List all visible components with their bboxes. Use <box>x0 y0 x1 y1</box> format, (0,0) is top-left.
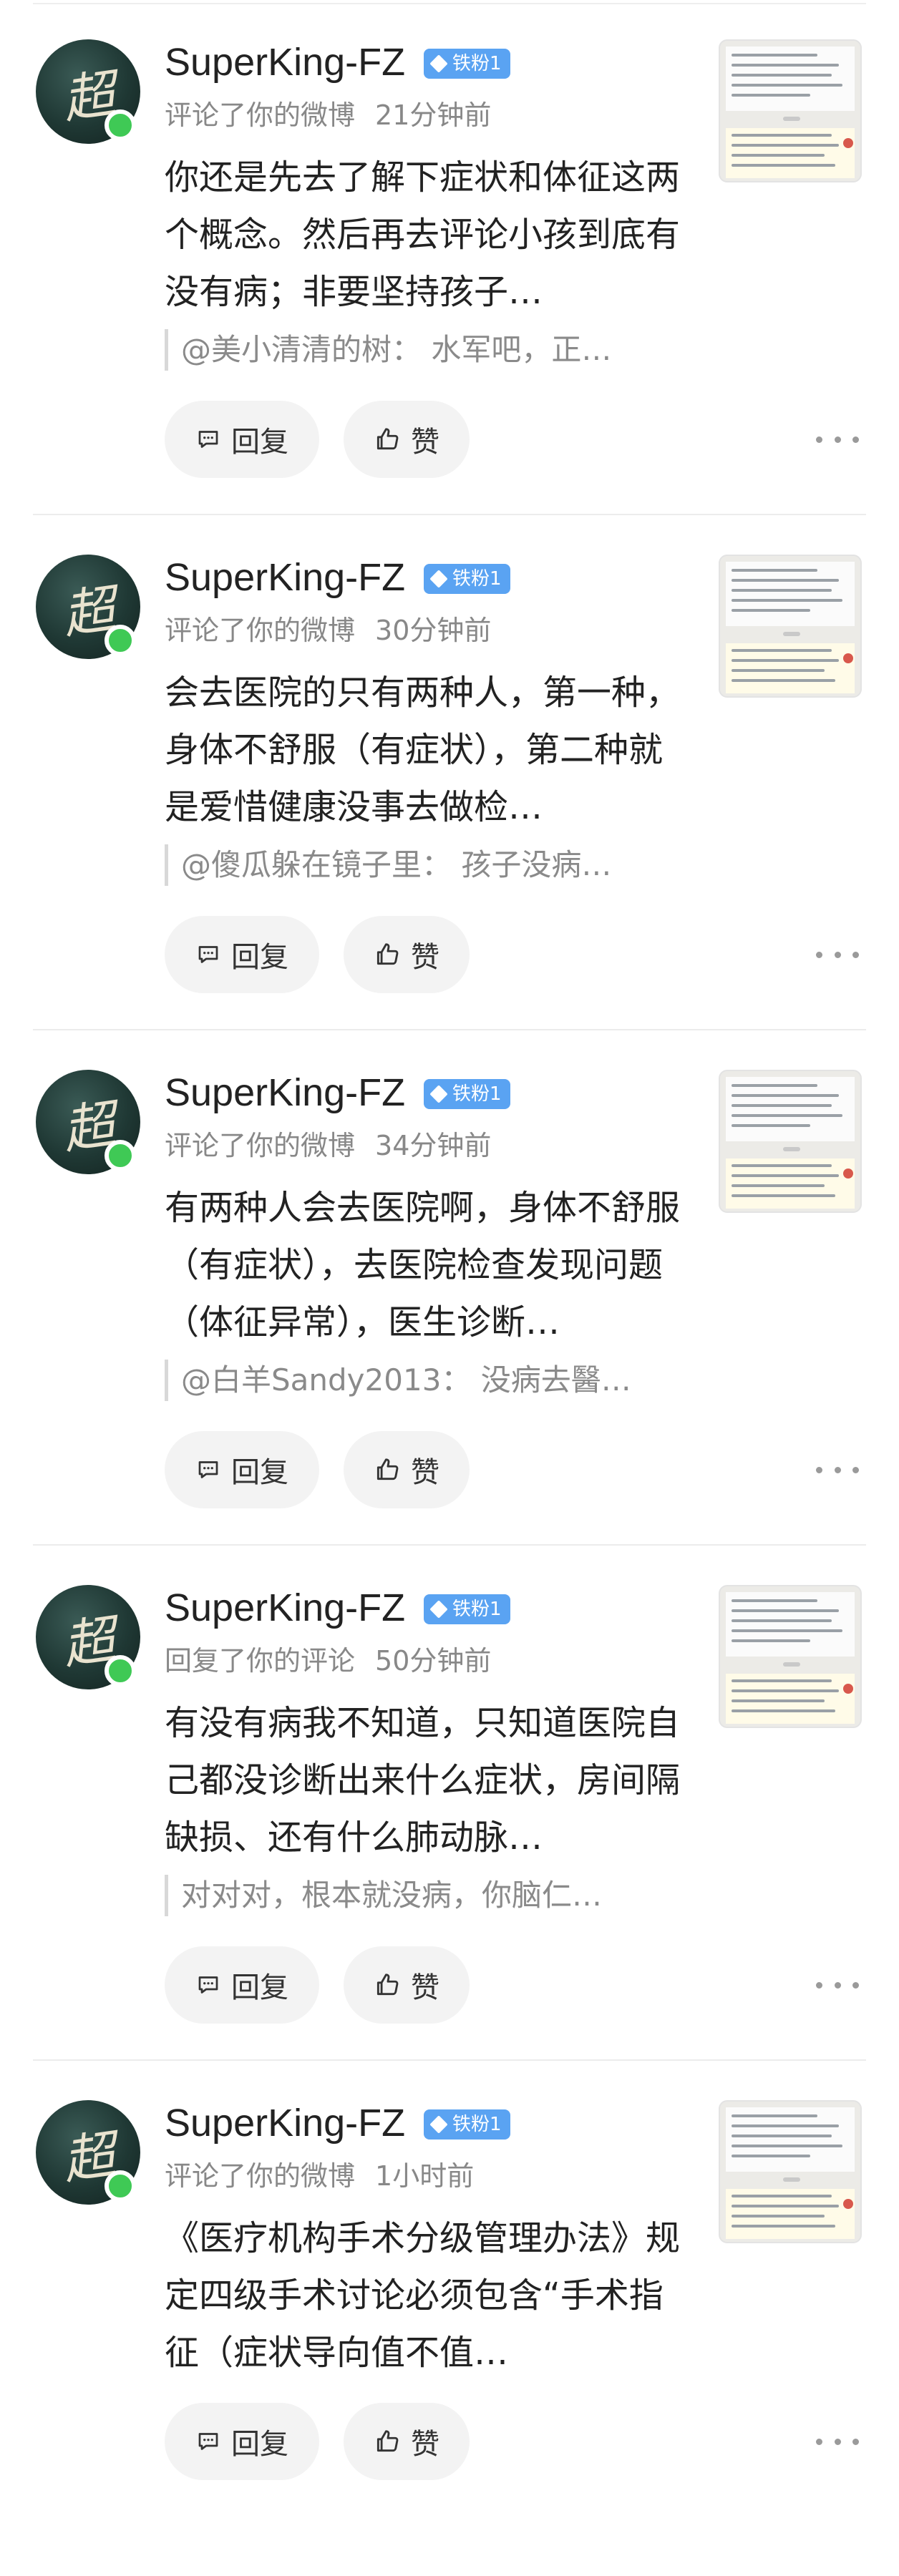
more-dots-icon[interactable] <box>816 1457 859 1483</box>
username[interactable]: SuperKing-FZ <box>165 1584 405 1631</box>
action-text: 评论了你的微博 <box>165 2160 356 2192</box>
weibo-thumbnail[interactable] <box>719 2100 862 2243</box>
badge-label: 铁粉1 <box>452 1083 502 1105</box>
more-dots-icon[interactable] <box>816 426 859 452</box>
like-button[interactable]: 赞 <box>344 401 470 478</box>
timestamp: 1小时前 <box>375 2160 475 2192</box>
notification-meta: 评论了你的微博 1小时前 <box>165 2158 474 2194</box>
like-label: 赞 <box>411 941 439 974</box>
like-button[interactable]: 赞 <box>344 1431 470 1508</box>
comment-text[interactable]: 有没有病我不知道，只知道医院自己都没诊断出来什么症状，房间隔缺损、还有什么肺动脉… <box>165 1694 687 1866</box>
comment-bubble-icon <box>198 946 218 963</box>
more-dots-icon[interactable] <box>816 2429 859 2454</box>
fan-badge: 铁粉1 <box>424 2109 510 2140</box>
reply-button[interactable]: 回复 <box>165 1946 319 2024</box>
comment-bubble-icon <box>198 2433 218 2450</box>
diamond-icon <box>429 1600 448 1619</box>
badge-label: 铁粉1 <box>452 53 502 74</box>
timestamp: 50分钟前 <box>375 1645 492 1677</box>
diamond-icon <box>429 2115 448 2134</box>
online-status-dot <box>105 2170 136 2202</box>
like-label: 赞 <box>411 1971 439 2004</box>
notification-card: 超 SuperKing-FZ 铁粉1 评论了你的微博 30分钟前 会去医院的只有两… <box>0 515 899 1030</box>
like-label: 赞 <box>411 426 439 459</box>
reply-label: 回复 <box>231 941 288 974</box>
online-status-dot <box>105 625 136 656</box>
comment-bubble-icon <box>198 1976 218 1994</box>
more-dots-icon[interactable] <box>816 1972 859 1998</box>
action-text: 回复了你的评论 <box>165 1645 356 1677</box>
badge-label: 铁粉1 <box>452 2114 502 2135</box>
reply-label: 回复 <box>231 426 288 459</box>
notification-meta: 评论了你的微博 30分钟前 <box>165 613 491 648</box>
like-button[interactable]: 赞 <box>344 2403 470 2480</box>
action-text: 评论了你的微博 <box>165 615 356 646</box>
weibo-thumbnail[interactable] <box>719 555 862 698</box>
reply-button[interactable]: 回复 <box>165 1431 319 1508</box>
weibo-thumbnail[interactable] <box>719 39 862 182</box>
username[interactable]: SuperKing-FZ <box>165 1069 405 1116</box>
comment-text[interactable]: 有两种人会去医院啊，身体不舒服（有症状），去医院检查发现问题（体征异常），医生诊… <box>165 1179 687 1351</box>
timestamp: 21分钟前 <box>375 99 492 131</box>
thumbs-up-icon <box>376 1974 399 1996</box>
reply-label: 回复 <box>231 1971 288 2004</box>
quoted-comment[interactable]: @傻瓜躲在镜子里： 孩子没病… <box>165 844 682 886</box>
notification-card: 超 SuperKing-FZ 铁粉1 评论了你的微博 34分钟前 有两种人会去医院… <box>0 1030 899 1546</box>
diamond-icon <box>429 54 448 73</box>
timestamp: 30分钟前 <box>375 615 492 646</box>
thumbs-up-icon <box>376 1458 399 1480</box>
online-status-dot <box>105 1655 136 1687</box>
like-label: 赞 <box>411 2428 439 2461</box>
comment-text[interactable]: 你还是先去了解下症状和体征这两个概念。然后再去评论小孩到底有没有病；非要坚持孩子… <box>165 149 687 321</box>
quoted-comment[interactable]: 对对对，根本就没病，你脑仁… <box>165 1875 682 1916</box>
comment-text[interactable]: 《医疗机构手术分级管理办法》规定四级手术讨论必须包含“手术指征（症状导向值不值… <box>165 2210 687 2381</box>
thumbs-up-icon <box>376 2430 399 2452</box>
notification-card: 超 SuperKing-FZ 铁粉1 评论了你的微博 21分钟前 你还是先去了解下… <box>0 0 899 515</box>
comment-bubble-icon <box>198 431 218 448</box>
action-text: 评论了你的微博 <box>165 99 356 131</box>
notification-meta: 回复了你的评论 50分钟前 <box>165 1643 491 1679</box>
badge-label: 铁粉1 <box>452 568 502 590</box>
username[interactable]: SuperKing-FZ <box>165 2099 405 2147</box>
weibo-thumbnail[interactable] <box>719 1070 862 1213</box>
weibo-thumbnail[interactable] <box>719 1585 862 1728</box>
thumbs-up-icon <box>376 428 399 450</box>
quoted-comment[interactable]: @白羊Sandy2013： 没病去醫… <box>165 1360 682 1401</box>
notification-meta: 评论了你的微博 21分钟前 <box>165 97 491 133</box>
like-button[interactable]: 赞 <box>344 1946 470 2024</box>
comment-text[interactable]: 会去医院的只有两种人，第一种，身体不舒服（有症状），第二种就是爱惜健康没事去做检… <box>165 664 687 836</box>
diamond-icon <box>429 570 448 588</box>
reply-label: 回复 <box>231 1456 288 1489</box>
badge-label: 铁粉1 <box>452 1599 502 1620</box>
notification-card: 超 SuperKing-FZ 铁粉1 回复了你的评论 50分钟前 有没有病我不知道… <box>0 1546 899 2061</box>
username[interactable]: SuperKing-FZ <box>165 39 405 86</box>
like-label: 赞 <box>411 1456 439 1489</box>
fan-badge: 铁粉1 <box>424 1594 510 1624</box>
online-status-dot <box>105 1140 136 1171</box>
reply-button[interactable]: 回复 <box>165 2403 319 2480</box>
quoted-comment[interactable]: @美小清清的树： 水军吧，正… <box>165 329 682 371</box>
username[interactable]: SuperKing-FZ <box>165 554 405 601</box>
timestamp: 34分钟前 <box>375 1130 492 1161</box>
notification-card: 超 SuperKing-FZ 铁粉1 评论了你的微博 1小时前 《医疗机构手术分级… <box>0 2061 899 2576</box>
fan-badge: 铁粉1 <box>424 49 510 79</box>
reply-button[interactable]: 回复 <box>165 916 319 993</box>
reply-label: 回复 <box>231 2428 288 2461</box>
thumbs-up-icon <box>376 943 399 965</box>
more-dots-icon[interactable] <box>816 942 859 967</box>
online-status-dot <box>105 109 136 141</box>
comment-bubble-icon <box>198 1461 218 1478</box>
notification-meta: 评论了你的微博 34分钟前 <box>165 1128 491 1163</box>
like-button[interactable]: 赞 <box>344 916 470 993</box>
fan-badge: 铁粉1 <box>424 564 510 594</box>
diamond-icon <box>429 1085 448 1103</box>
reply-button[interactable]: 回复 <box>165 401 319 478</box>
action-text: 评论了你的微博 <box>165 1130 356 1161</box>
fan-badge: 铁粉1 <box>424 1079 510 1109</box>
